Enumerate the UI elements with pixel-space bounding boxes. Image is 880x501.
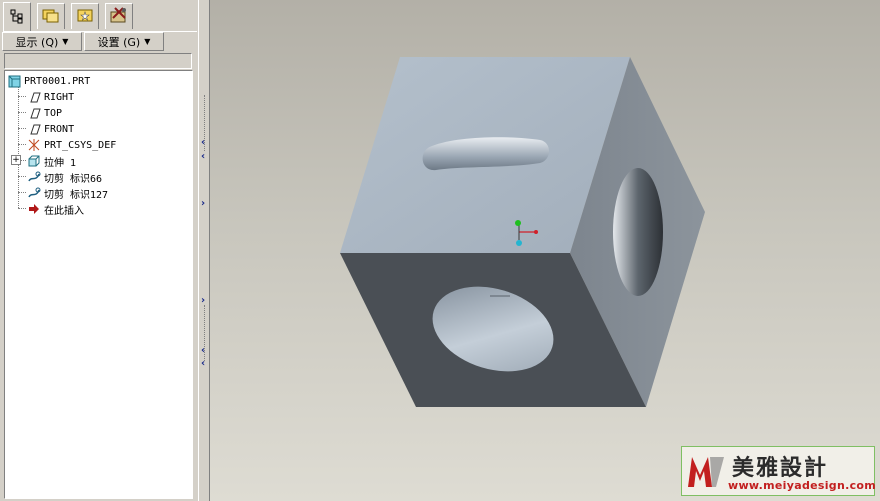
cube-model[interactable] bbox=[210, 0, 880, 501]
tree-item-extrude[interactable]: 拉伸 1 bbox=[27, 153, 76, 169]
navigator-panel: 显示 (Q) ▼ 设置 (G) ▼ + PRT0001.PRT RIGHT TO… bbox=[0, 0, 198, 501]
tree-connector bbox=[18, 87, 19, 208]
csys-z-dot bbox=[516, 240, 522, 246]
tree-connector bbox=[18, 208, 26, 209]
part-icon bbox=[7, 74, 21, 88]
model-tree-icon bbox=[9, 8, 25, 27]
watermark-url: www.meiyadesign.com bbox=[728, 479, 877, 492]
graphics-viewport[interactable] bbox=[210, 0, 880, 501]
panel-splitter[interactable]: ‹ ‹ › › ‹ ‹ bbox=[198, 0, 210, 501]
model-tree[interactable]: + PRT0001.PRT RIGHT TOP FRONT PRT_CSYS_D… bbox=[4, 70, 193, 499]
show-menu-label: 显示 (Q) bbox=[15, 35, 59, 49]
tree-item-cut-127[interactable]: 切剪 标识127 bbox=[27, 185, 108, 201]
tree-connector bbox=[18, 192, 26, 193]
extrude-icon bbox=[27, 154, 41, 168]
cut-icon bbox=[27, 186, 41, 200]
tree-connector bbox=[18, 112, 26, 113]
tree-item-datum-top[interactable]: TOP bbox=[27, 105, 62, 121]
tree-connector bbox=[18, 144, 26, 145]
tree-item-label: PRT_CSYS_DEF bbox=[44, 139, 117, 151]
collapse-left-arrow-icon[interactable]: ‹ bbox=[201, 151, 205, 162]
tree-item-label: 拉伸 1 bbox=[44, 157, 77, 169]
tree-item-cut-66[interactable]: 切剪 标识66 bbox=[27, 169, 102, 185]
right-face-hole bbox=[613, 168, 663, 296]
tree-item-label: FRONT bbox=[44, 123, 75, 135]
brand-mark-icon bbox=[688, 457, 724, 487]
coordinate-system-icon bbox=[27, 138, 41, 152]
tree-item-label: PRT0001.PRT bbox=[24, 75, 91, 87]
tree-item-label: TOP bbox=[44, 107, 63, 119]
watermark-title: 美雅設計 bbox=[732, 456, 829, 481]
favorites-icon bbox=[76, 7, 94, 26]
tree-item-label: 切剪 标识66 bbox=[44, 173, 103, 185]
tree-connector bbox=[18, 128, 26, 129]
chevron-down-icon: ▼ bbox=[62, 37, 69, 46]
tree-item-datum-front[interactable]: FRONT bbox=[27, 121, 74, 137]
tree-connector bbox=[18, 176, 26, 177]
expand-right-arrow-icon[interactable]: › bbox=[201, 198, 205, 209]
tab-folder-browser[interactable] bbox=[37, 3, 65, 29]
tree-item-label: 在此插入 bbox=[44, 205, 84, 217]
watermark-logo: 美雅設計 www.meiyadesign.com bbox=[681, 446, 877, 496]
settings-menu-button[interactable]: 设置 (G) ▼ bbox=[84, 32, 164, 51]
tree-connector bbox=[18, 96, 26, 97]
tree-item-csys[interactable]: PRT_CSYS_DEF bbox=[27, 137, 116, 153]
tree-item-part[interactable]: PRT0001.PRT bbox=[7, 73, 90, 89]
datum-plane-icon bbox=[27, 90, 41, 104]
splitter-grip bbox=[204, 305, 206, 361]
tab-favorites[interactable] bbox=[71, 3, 99, 29]
show-menu-button[interactable]: 显示 (Q) ▼ bbox=[2, 32, 82, 51]
tree-item-label: RIGHT bbox=[44, 91, 75, 103]
tree-item-label: 切剪 标识127 bbox=[44, 189, 109, 201]
csys-y-dot bbox=[515, 220, 521, 226]
tree-item-insert-here[interactable]: 在此插入 bbox=[27, 201, 84, 217]
collapse-left-arrow-icon[interactable]: ‹ bbox=[201, 137, 205, 148]
settings-menu-label: 设置 (G) bbox=[97, 35, 141, 49]
datum-plane-icon bbox=[27, 106, 41, 120]
datum-plane-icon bbox=[27, 122, 41, 136]
tab-connections[interactable] bbox=[105, 3, 133, 29]
folder-browser-icon bbox=[42, 7, 60, 26]
insert-here-arrow-icon bbox=[27, 202, 41, 216]
tab-model-tree[interactable] bbox=[3, 2, 31, 31]
csys-x-dot bbox=[534, 230, 538, 234]
expand-toggle[interactable]: + bbox=[11, 155, 21, 165]
connections-icon bbox=[109, 6, 129, 27]
navigator-toolbar: 显示 (Q) ▼ 设置 (G) ▼ bbox=[2, 32, 194, 51]
tree-item-datum-right[interactable]: RIGHT bbox=[27, 89, 74, 105]
chevron-down-icon: ▼ bbox=[144, 37, 151, 46]
cut-icon bbox=[27, 170, 41, 184]
navigator-tabs bbox=[3, 2, 197, 32]
tree-filter-field[interactable] bbox=[4, 53, 192, 69]
